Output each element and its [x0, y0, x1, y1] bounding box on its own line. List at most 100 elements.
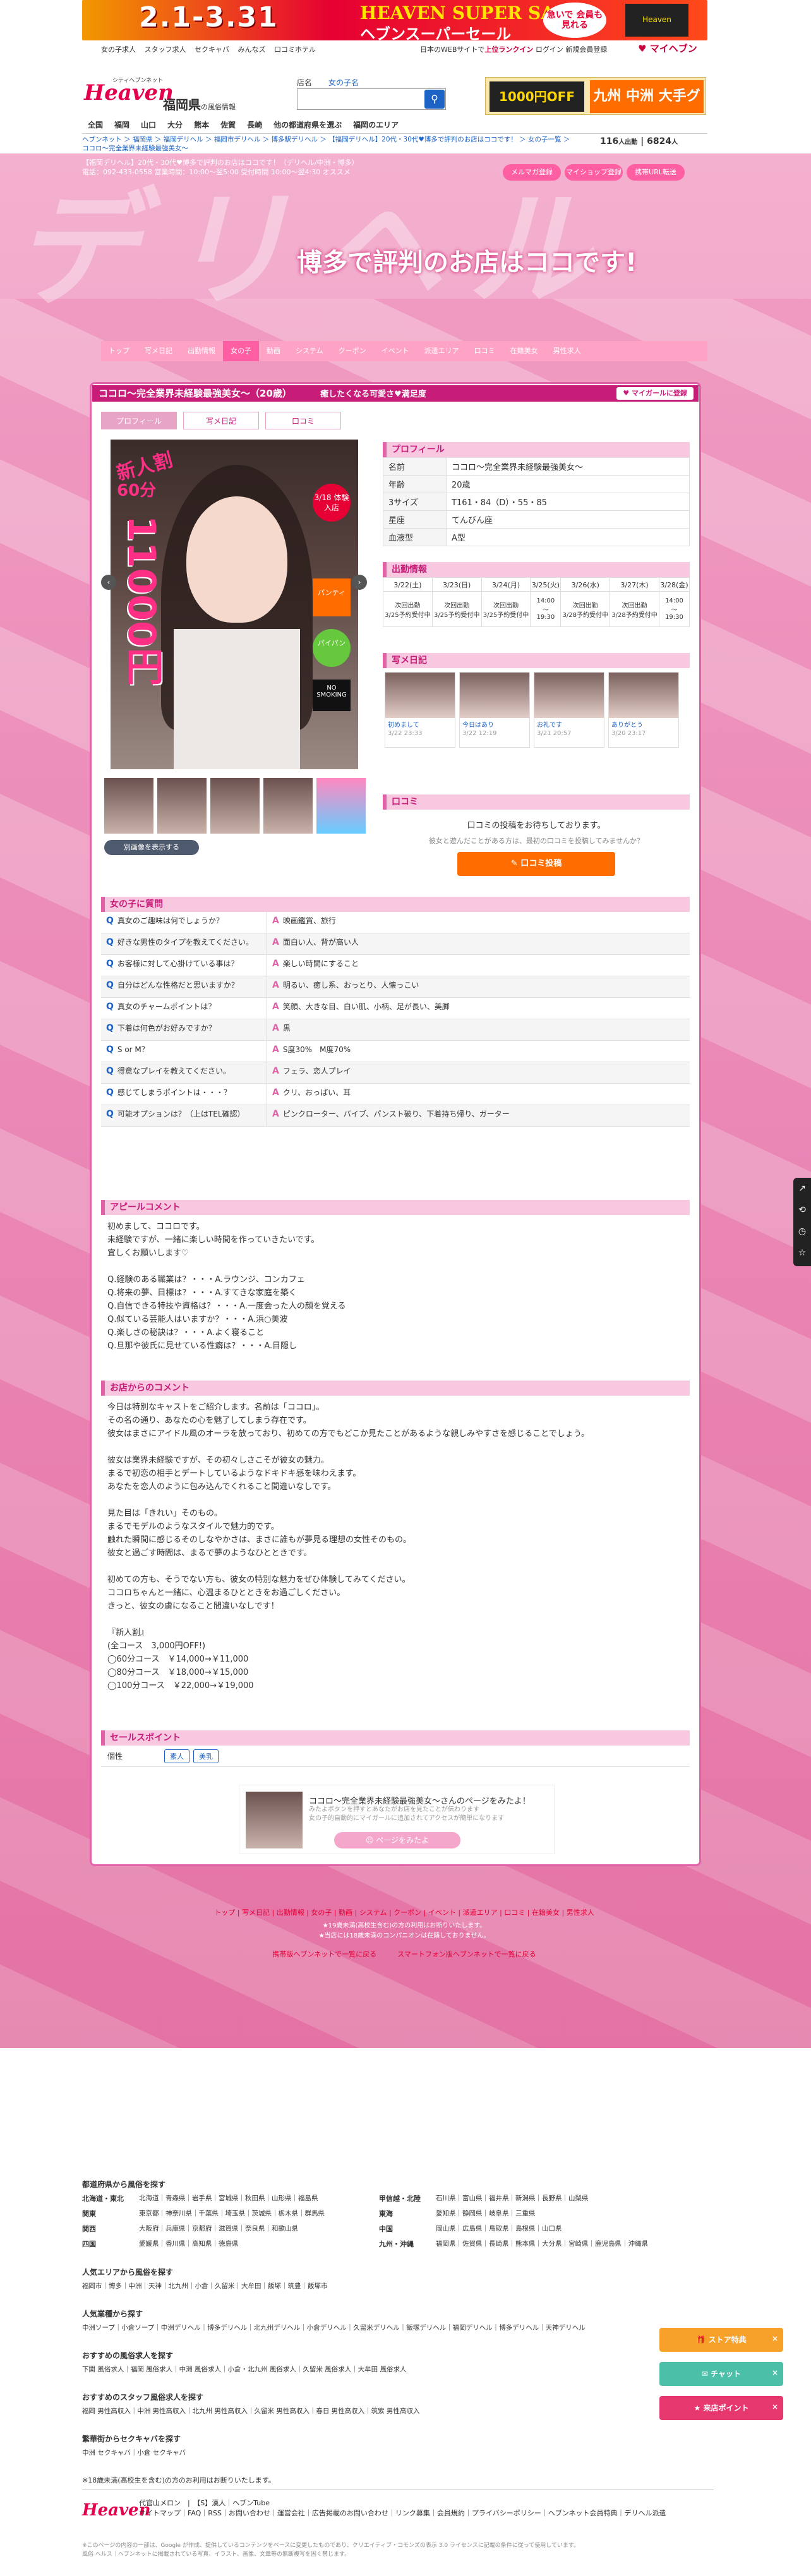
footer-sekkyaba-links[interactable]: 中洲 セクキャバ｜小倉 セクキャバ — [82, 2449, 186, 2457]
toplink[interactable]: セクキャバ — [195, 45, 229, 54]
mobile-url-button[interactable]: 携帯URL転送 — [627, 164, 685, 181]
bottom-nav-item[interactable]: トップ — [214, 1908, 235, 1917]
sales-tag[interactable]: 素人 — [164, 1749, 189, 1763]
myheaven-link[interactable]: ♥ マイヘブン — [638, 42, 711, 57]
next-photo-arrow[interactable]: › — [352, 575, 367, 590]
shop-info: 【福岡デリヘル】20代・30代♥博多で評判のお店はココです！（デリヘル/中洲・博… — [82, 159, 359, 176]
bottom-nav-item[interactable]: 出勤情報 — [277, 1908, 304, 1917]
shop-nav-item[interactable]: トップ — [101, 341, 137, 361]
bottom-shop-nav: トップ | 写メ日記 | 出勤情報 | 女の子 | 動画 | システム | クー… — [214, 1908, 594, 1917]
bottom-nav-item[interactable]: 女の子 — [311, 1908, 332, 1917]
shop-nav-item[interactable]: クーポン — [331, 341, 374, 361]
toplink[interactable]: スタッフ求人 — [145, 45, 186, 54]
shop-nav-item[interactable]: 在籍美女 — [503, 341, 546, 361]
shop-nav-item[interactable]: 写メ日記 — [137, 341, 180, 361]
thumbnail[interactable] — [104, 778, 153, 834]
close-icon[interactable]: × — [772, 2395, 778, 2419]
region-links[interactable]: 東京都｜神奈川県｜千葉県｜埼玉県｜茨城県｜栃木県｜群馬県 — [139, 2208, 373, 2219]
sales-tag[interactable]: 美乳 — [193, 1749, 219, 1763]
footer-links[interactable]: 代官山メロン | 【S】漢人｜ヘブンTube サイトマップ｜FAQ｜RSS｜お問… — [139, 2498, 695, 2519]
bottom-nav-item[interactable]: システム — [359, 1908, 387, 1917]
region-links[interactable]: 愛知県｜静岡県｜岐阜県｜三重県 — [436, 2208, 670, 2219]
footer-type-links[interactable]: 中洲ソープ｜小倉ソープ｜中洲デリヘル｜博多デリヘル｜北九州デリヘル｜小倉デリヘル… — [82, 2324, 586, 2332]
gnav-item[interactable]: 熊本 — [188, 116, 215, 134]
bottom-nav-item[interactable]: クーポン — [393, 1908, 421, 1917]
gnav-item[interactable]: 山口 — [135, 116, 162, 134]
side-toolbar[interactable]: ↗ ⟲ ◷ ☆ — [793, 1178, 811, 1266]
mobile-links[interactable]: 携帯版ヘブンネットで一覧に戻る スマートフォン版ヘブンネットで一覧に戻る — [152, 1949, 657, 1959]
search-button[interactable]: ⚲ — [424, 90, 445, 109]
shop-nav-item[interactable]: イベント — [374, 341, 417, 361]
region-links[interactable]: 福岡県｜佐賀県｜長崎県｜熊本県｜大分県｜宮崎県｜鹿児島県｜沖縄県 — [436, 2239, 670, 2249]
login-link[interactable]: ログイン — [536, 45, 563, 54]
shop-nav-item[interactable]: 動画 — [259, 341, 288, 361]
bottom-nav-item[interactable]: 動画 — [339, 1908, 352, 1917]
diary-card[interactable]: ありがとう 3/20 23:17 — [608, 672, 679, 748]
post-review-button[interactable]: ✎ 口コミ投稿 — [457, 852, 615, 876]
store-benefit-button[interactable]: 🎁 ストア特典 × — [659, 2328, 783, 2352]
footer-area-links[interactable]: 福岡市｜博多｜中洲｜天神｜北九州｜小倉｜久留米｜大牟田｜飯塚｜筑豊｜飯塚市 — [82, 2282, 328, 2290]
shop-nav-item[interactable]: 男性求人 — [546, 341, 589, 361]
bottom-nav-item[interactable]: 口コミ — [504, 1908, 525, 1917]
region-links[interactable]: 大阪府｜兵庫県｜京都府｜滋賀県｜奈良県｜和歌山県 — [139, 2224, 373, 2234]
diary-card[interactable]: お礼です 3/21 20:57 — [534, 672, 604, 748]
visit-point-button[interactable]: ★ 来店ポイント × — [659, 2396, 783, 2420]
region-links[interactable]: 北海道｜青森県｜岩手県｜宮城県｜秋田県｜山形県｜福島県 — [139, 2193, 373, 2203]
thumbnail[interactable] — [210, 778, 260, 834]
bottom-nav-item[interactable]: 男性求人 — [567, 1908, 594, 1917]
gnav-item[interactable]: 長崎 — [241, 116, 268, 134]
region-links[interactable]: 石川県｜富山県｜福井県｜新潟県｜長野県｜山梨県 — [436, 2193, 670, 2203]
bottom-nav-item[interactable]: イベント — [428, 1908, 456, 1917]
register-link[interactable]: 新規会員登録 — [565, 45, 607, 54]
tab-profile[interactable]: プロフィール — [101, 412, 177, 429]
chevron-right-icon: › — [357, 578, 361, 587]
shop-nav-item[interactable]: システム — [288, 341, 331, 361]
bottom-nav-item[interactable]: 写メ日記 — [242, 1908, 270, 1917]
favorite-button[interactable]: ♥ マイガールに登録 — [616, 387, 694, 400]
close-icon[interactable]: × — [772, 2327, 778, 2351]
gnav-item[interactable]: 大分 — [162, 116, 188, 134]
gnav-item[interactable]: 佐賀 — [215, 116, 241, 134]
thumbnail[interactable] — [316, 778, 366, 834]
footer-male-links[interactable]: 福岡 男性高収入｜中洲 男性高収入｜北九州 男性高収入｜久留米 男性高収入｜春日… — [82, 2407, 420, 2415]
sale-banner[interactable]: 2.1-3.31 HEAVEN SUPER SALE ヘブンスーパーセール 急い… — [82, 0, 707, 40]
close-icon[interactable]: × — [772, 2361, 778, 2385]
shop-nav-item[interactable]: 出勤情報 — [180, 341, 223, 361]
mailmag-button[interactable]: メルマガ登録 — [503, 164, 561, 181]
toplink[interactable]: みんなズ — [238, 45, 266, 54]
mitayo-button[interactable]: ☺ ページをみたよ — [334, 1832, 460, 1848]
gnav-item[interactable]: 全国 — [82, 116, 109, 134]
toplink[interactable]: 口コミホテル — [274, 45, 316, 54]
shop-nav-item[interactable]: 派遣エリア — [417, 341, 467, 361]
thumbnail[interactable] — [263, 778, 313, 834]
site-logo[interactable]: Heaven — [84, 80, 174, 108]
shop-nav-item[interactable]: 口コミ — [467, 341, 503, 361]
more-photos-button[interactable]: 別画像を表示する — [104, 840, 199, 855]
gnav-item[interactable]: 福岡 — [109, 116, 135, 134]
tab-diary[interactable]: 写メ日記 — [183, 412, 259, 429]
prev-photo-arrow[interactable]: ‹ — [101, 575, 116, 590]
gift-icon: 🎁 — [696, 2335, 706, 2344]
thumbnail[interactable] — [157, 778, 207, 834]
main-photo[interactable]: 新人割 60分 11000円 3/18 体験入店 パンティ パイパン NO SM… — [111, 440, 358, 769]
region-links[interactable]: 愛媛県｜香川県｜高知県｜徳島県 — [139, 2239, 373, 2249]
tab-review[interactable]: 口コミ — [265, 412, 341, 429]
chat-button[interactable]: ✉ チャット × — [659, 2362, 783, 2386]
gnav-item[interactable]: 福岡のエリア — [347, 116, 404, 134]
ad-box[interactable]: 1000円OFF 九州 中洲 大手グループ — [485, 77, 706, 137]
footer-job-links[interactable]: 下関 風俗求人｜福岡 風俗求人｜中洲 風俗求人｜小倉・北九州 風俗求人｜久留米 … — [82, 2366, 407, 2373]
schedule-time: 次回出勤 3/25予約受付中 — [481, 591, 531, 627]
answer: S度30% M度70% — [282, 1045, 351, 1054]
schedule-day: 3/23(日) — [431, 577, 482, 592]
search-input[interactable] — [297, 88, 446, 110]
breadcrumb[interactable]: ヘブンネット ＞ 福岡県 ＞ 福岡デリヘル ＞ 福岡市デリヘル ＞ 博多駅デリヘ… — [82, 135, 575, 153]
diary-card[interactable]: 今日はあり 3/22 12:19 — [459, 672, 530, 748]
bottom-nav-item[interactable]: 在籍美女 — [532, 1908, 560, 1917]
region-links[interactable]: 岡山県｜広島県｜鳥取県｜島根県｜山口県 — [436, 2224, 670, 2234]
myshop-button[interactable]: マイショップ登録 — [565, 164, 623, 181]
shop-nav-item-active[interactable]: 女の子 — [223, 341, 259, 361]
bottom-nav-item[interactable]: 派遣エリア — [463, 1908, 498, 1917]
toplink[interactable]: 女の子求人 — [101, 45, 136, 54]
diary-card[interactable]: 初めまして 3/22 23:33 — [385, 672, 455, 748]
gnav-item[interactable]: 他の都道府県を選ぶ — [268, 116, 347, 134]
